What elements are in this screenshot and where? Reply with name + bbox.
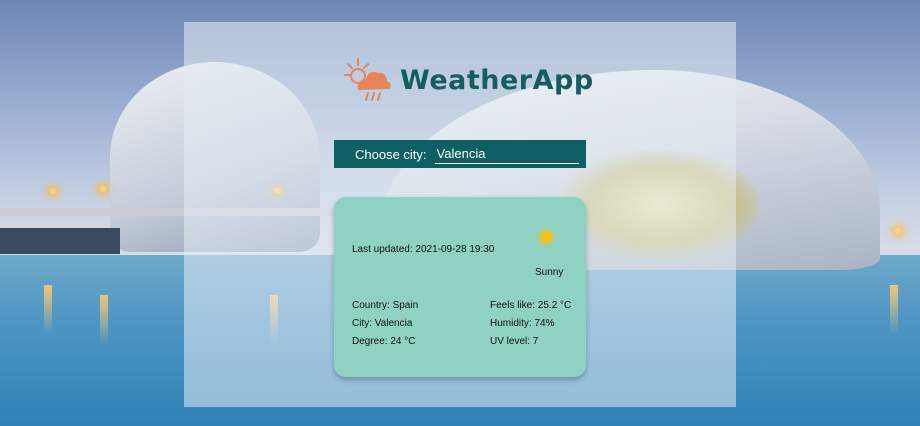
last-updated: Last updated: 2021-09-28 19:30	[352, 244, 495, 255]
uv-level: UV level: 7	[490, 336, 539, 347]
sun-cloud-rain-icon	[344, 56, 394, 104]
city-input[interactable]	[434, 144, 579, 164]
city: City: Valencia	[352, 318, 413, 329]
city-label: Choose city:	[355, 146, 427, 162]
street-lamp	[895, 228, 901, 234]
light-reflection	[890, 285, 898, 335]
sun-icon	[540, 231, 552, 243]
city-selector: Choose city:	[334, 140, 586, 168]
humidity: Humidity: 74%	[490, 318, 555, 329]
details-right: Feels like: 25.2 °C Humidity: 74% UV lev…	[490, 300, 571, 354]
country: Country: Spain	[352, 300, 419, 311]
light-reflection	[100, 295, 108, 345]
degree: Degree: 24 °C	[352, 336, 416, 347]
light-reflection	[44, 285, 52, 335]
brand-name: WeatherApp	[400, 64, 594, 96]
street-lamp	[50, 188, 56, 194]
feels-like: Feels like: 25.2 °C	[490, 300, 572, 311]
weather-card: Last updated: 2021-09-28 19:30 Sunny Cou…	[334, 197, 586, 377]
weather-condition: Sunny	[535, 267, 564, 278]
details-left: Country: Spain City: Valencia Degree: 24…	[352, 300, 418, 354]
street-lamp	[100, 186, 106, 192]
bridge-shadow	[0, 228, 120, 254]
brand-header: WeatherApp	[344, 55, 593, 105]
